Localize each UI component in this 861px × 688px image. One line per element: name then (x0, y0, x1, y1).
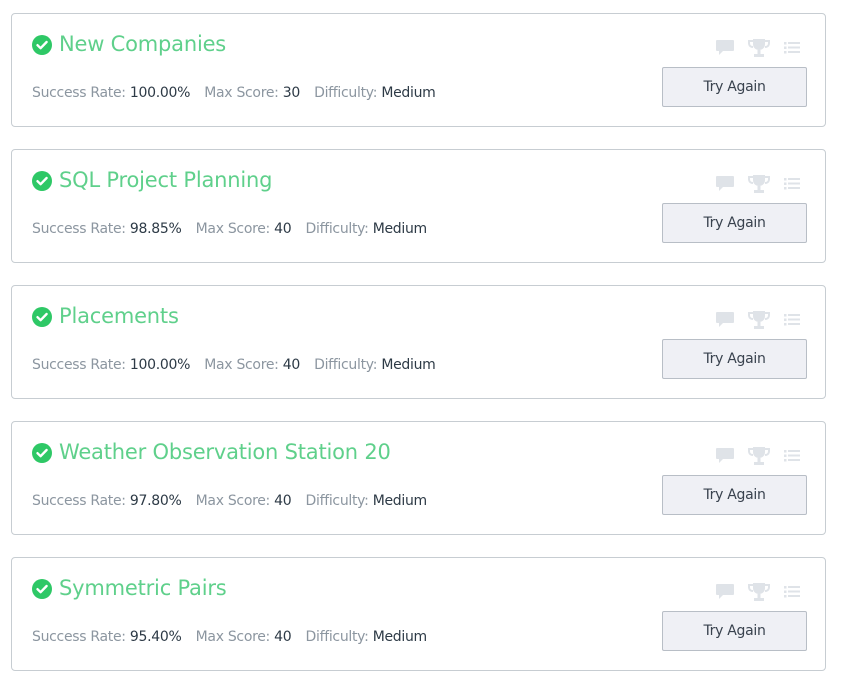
max-score-label: Max Score: (195, 629, 271, 645)
editorial-list-icon[interactable] (783, 174, 801, 192)
success-rate-label: Success Rate: (32, 357, 126, 373)
discussion-icon[interactable] (715, 310, 735, 328)
editorial-list-icon[interactable] (783, 38, 801, 56)
success-rate-label: Success Rate: (32, 493, 126, 509)
challenge-stats: Success Rate: 100.00% Max Score: 30 Diff… (32, 85, 446, 101)
leaderboard-trophy-icon[interactable] (748, 582, 770, 602)
max-score-label: Max Score: (204, 85, 279, 101)
discussion-icon[interactable] (715, 38, 735, 56)
challenge-title[interactable]: Weather Observation Station 20 (59, 440, 391, 464)
difficulty-value: Medium (372, 493, 427, 509)
difficulty-label: Difficulty: (314, 357, 378, 373)
challenge-stats: Success Rate: 97.80% Max Score: 40 Diffi… (32, 493, 437, 509)
challenge-card: Weather Observation Station 20 Success R… (11, 421, 826, 535)
try-again-button[interactable]: Try Again (662, 611, 807, 651)
difficulty-value: Medium (372, 629, 427, 645)
leaderboard-trophy-icon[interactable] (748, 38, 770, 58)
challenge-title[interactable]: Symmetric Pairs (59, 576, 227, 600)
success-rate-value: 100.00% (129, 357, 191, 373)
success-rate-label: Success Rate: (32, 85, 126, 101)
max-score-value: 40 (274, 629, 292, 645)
success-rate-value: 95.40% (129, 629, 182, 645)
difficulty-label: Difficulty: (305, 629, 369, 645)
max-score-label: Max Score: (195, 221, 271, 237)
success-rate-value: 98.85% (129, 221, 182, 237)
difficulty-value: Medium (381, 357, 436, 373)
success-rate-label: Success Rate: (32, 221, 126, 237)
challenge-stats: Success Rate: 98.85% Max Score: 40 Diffi… (32, 221, 437, 237)
difficulty-label: Difficulty: (305, 493, 369, 509)
try-again-button[interactable]: Try Again (662, 67, 807, 107)
max-score-value: 40 (274, 221, 292, 237)
difficulty-label: Difficulty: (314, 85, 378, 101)
max-score-label: Max Score: (195, 493, 271, 509)
leaderboard-trophy-icon[interactable] (748, 310, 770, 330)
discussion-icon[interactable] (715, 446, 735, 464)
try-again-button[interactable]: Try Again (662, 203, 807, 243)
success-rate-label: Success Rate: (32, 629, 126, 645)
success-rate-value: 97.80% (129, 493, 182, 509)
challenge-title[interactable]: SQL Project Planning (59, 168, 272, 192)
editorial-list-icon[interactable] (783, 582, 801, 600)
try-again-button[interactable]: Try Again (662, 475, 807, 515)
challenge-card: Symmetric Pairs Success Rate: 95.40% Max… (11, 557, 826, 671)
challenge-stats: Success Rate: 100.00% Max Score: 40 Diff… (32, 357, 446, 373)
challenge-title[interactable]: Placements (59, 304, 179, 328)
challenge-card: Placements Success Rate: 100.00% Max Sco… (11, 285, 826, 399)
difficulty-label: Difficulty: (305, 221, 369, 237)
max-score-label: Max Score: (204, 357, 279, 373)
max-score-value: 40 (274, 493, 292, 509)
try-again-button[interactable]: Try Again (662, 339, 807, 379)
editorial-list-icon[interactable] (783, 446, 801, 464)
leaderboard-trophy-icon[interactable] (748, 446, 770, 466)
solved-check-icon (32, 35, 52, 55)
challenge-stats: Success Rate: 95.40% Max Score: 40 Diffi… (32, 629, 437, 645)
solved-check-icon (32, 171, 52, 191)
solved-check-icon (32, 307, 52, 327)
discussion-icon[interactable] (715, 174, 735, 192)
challenge-title[interactable]: New Companies (59, 32, 226, 56)
success-rate-value: 100.00% (129, 85, 191, 101)
solved-check-icon (32, 579, 52, 599)
max-score-value: 40 (282, 357, 301, 373)
solved-check-icon (32, 443, 52, 463)
leaderboard-trophy-icon[interactable] (748, 174, 770, 194)
max-score-value: 30 (282, 85, 301, 101)
discussion-icon[interactable] (715, 582, 735, 600)
challenge-card: SQL Project Planning Success Rate: 98.85… (11, 149, 826, 263)
challenge-card: New Companies Success Rate: 100.00% Max … (11, 13, 826, 127)
difficulty-value: Medium (372, 221, 427, 237)
difficulty-value: Medium (381, 85, 436, 101)
editorial-list-icon[interactable] (783, 310, 801, 328)
